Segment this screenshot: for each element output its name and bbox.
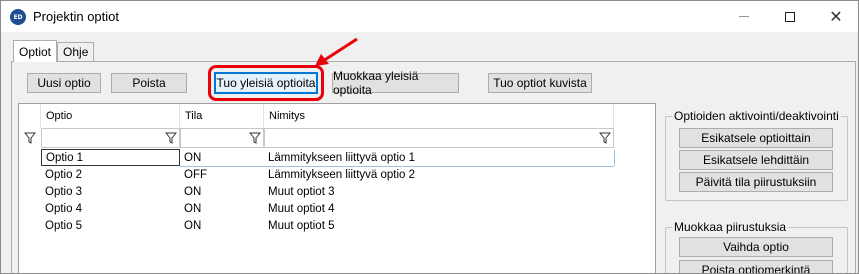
- tab-strip: Optiot Ohje: [13, 40, 95, 62]
- edit-general-options-button[interactable]: Muokkaa yleisiä optioita: [332, 69, 459, 97]
- minimize-button[interactable]: [721, 1, 767, 32]
- cell-optio-editing[interactable]: Optio 1: [41, 149, 180, 166]
- edit-drawings-group-title: Muokkaa piirustuksia: [672, 220, 789, 234]
- title-bar[interactable]: ED Projektin optiot ✕: [1, 1, 858, 32]
- close-button[interactable]: ✕: [813, 1, 858, 32]
- tab-optiot[interactable]: Optiot: [13, 40, 58, 62]
- filter-icon[interactable]: [249, 132, 261, 144]
- cell-nimitys[interactable]: Muut optiot 5: [264, 218, 614, 234]
- minimize-icon: [739, 16, 749, 17]
- remove-option-marking-button[interactable]: Poista optiomerkintä: [679, 260, 833, 273]
- cell-tila[interactable]: OFF: [180, 167, 264, 183]
- column-header-nimitys[interactable]: Nimitys: [264, 104, 614, 128]
- delete-button[interactable]: Poista: [111, 73, 187, 93]
- update-drawings-button[interactable]: Päivitä tila piirustuksiin: [679, 172, 833, 192]
- cell-nimitys[interactable]: Muut optiot 4: [264, 201, 614, 217]
- close-icon: ✕: [829, 7, 843, 26]
- cell-tila[interactable]: ON: [180, 201, 264, 217]
- row-divider: [614, 150, 615, 166]
- cell-nimitys[interactable]: Lämmitykseen liittyvä optio 2: [264, 167, 614, 183]
- table-row[interactable]: Optio 2 OFF Lämmitykseen liittyvä optio …: [19, 167, 615, 183]
- table-row[interactable]: Optio 3 ON Muut optiot 3: [19, 184, 615, 200]
- cell-nimitys[interactable]: Muut optiot 3: [264, 184, 614, 200]
- filter-icon[interactable]: [599, 132, 611, 144]
- arrow-icon: [315, 37, 358, 66]
- window-title: Projektin optiot: [33, 9, 119, 24]
- activation-group-title: Optioiden aktivointi/deaktivointi: [672, 109, 841, 123]
- preview-by-sheet-button[interactable]: Esikatsele lehdittäin: [679, 150, 833, 170]
- cell-optio[interactable]: Optio 3: [41, 184, 180, 200]
- table-row[interactable]: Optio 4 ON Muut optiot 4: [19, 201, 615, 217]
- cell-nimitys[interactable]: Lämmitykseen liittyvä optio 1: [264, 150, 614, 166]
- change-option-button[interactable]: Vaihda optio: [679, 237, 833, 257]
- cell-tila[interactable]: ON: [180, 150, 264, 166]
- column-header-optio[interactable]: Optio: [41, 104, 180, 128]
- cell-optio[interactable]: Optio 4: [41, 201, 180, 217]
- filter-input-optio[interactable]: [41, 128, 180, 148]
- table-row[interactable]: Optio 1 ON Lämmitykseen liittyvä optio 1: [19, 149, 615, 166]
- dialog-window: ED Projektin optiot ✕ Optiot Ohje Uusi o…: [0, 0, 859, 274]
- maximize-button[interactable]: [767, 1, 813, 32]
- maximize-icon: [785, 11, 795, 22]
- preview-by-option-button[interactable]: Esikatsele optioittain: [679, 128, 833, 148]
- new-option-button[interactable]: Uusi optio: [27, 73, 101, 93]
- cell-optio[interactable]: Optio 2: [41, 167, 180, 183]
- filter-icon[interactable]: [165, 132, 177, 144]
- filter-input-nimitys[interactable]: [264, 128, 614, 148]
- tab-ohje[interactable]: Ohje: [57, 42, 95, 62]
- filter-icon[interactable]: [24, 132, 36, 144]
- cell-tila[interactable]: ON: [180, 184, 264, 200]
- options-grid[interactable]: Optio Tila Nimitys Optio 1 ON Lämmitykse…: [18, 103, 656, 273]
- cell-tila[interactable]: ON: [180, 218, 264, 234]
- row-header-corner: [19, 104, 41, 128]
- cell-optio[interactable]: Optio 5: [41, 218, 180, 234]
- highlight-box: [208, 65, 324, 101]
- table-row[interactable]: Optio 5 ON Muut optiot 5: [19, 218, 615, 234]
- column-header-tila[interactable]: Tila: [180, 104, 264, 128]
- import-from-images-button[interactable]: Tuo optiot kuvista: [488, 73, 592, 93]
- app-icon: ED: [10, 9, 26, 25]
